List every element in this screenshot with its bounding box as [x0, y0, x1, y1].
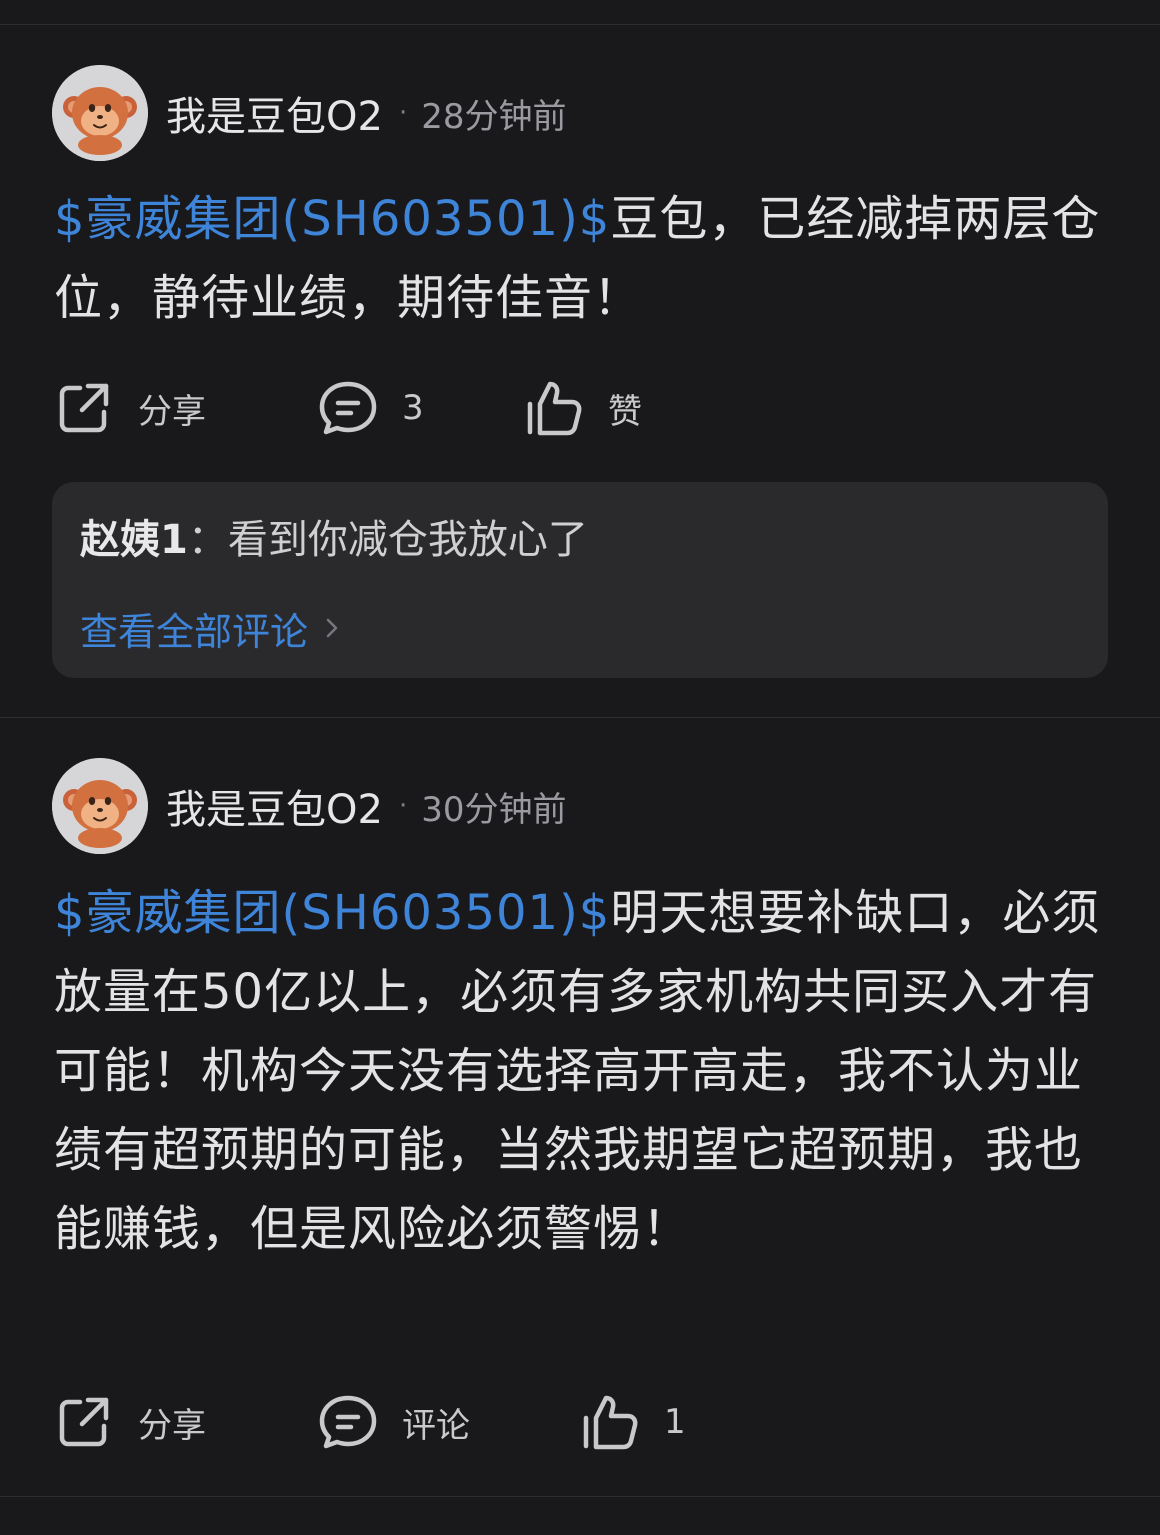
share-label: 分享 — [138, 1405, 206, 1446]
post-time: 30分钟前 — [421, 789, 567, 830]
post-content: $豪威集团(SH603501)$明天想要补缺口，必须放量在50亿以上，必须有多家… — [54, 874, 1114, 1269]
share-button[interactable]: 分享 — [52, 1390, 206, 1454]
chevron-right-icon — [322, 612, 342, 644]
comment-count: 3 — [402, 388, 424, 428]
monkey-avatar-icon — [52, 65, 148, 161]
separator-dot: · — [398, 791, 408, 821]
like-button[interactable]: 赞 — [522, 376, 642, 440]
thumbs-up-icon — [578, 1390, 642, 1454]
top-comment: 赵姨1：看到你减仓我放心了 — [80, 512, 588, 568]
bottom-divider — [0, 1496, 1160, 1497]
share-icon — [52, 376, 116, 440]
share-icon — [52, 1390, 116, 1454]
like-count: 1 — [664, 1402, 686, 1442]
avatar[interactable] — [52, 65, 148, 161]
avatar[interactable] — [52, 758, 148, 854]
post-header: 我是豆包O2 · 28分钟前 — [52, 65, 566, 161]
stock-tag-link[interactable]: $豪威集团(SH603501)$ — [54, 885, 610, 941]
author-name[interactable]: 我是豆包O2 — [166, 84, 383, 142]
post-time: 28分钟前 — [421, 96, 567, 137]
comment-text: ：看到你减仓我放心了 — [187, 517, 588, 563]
separator-dot: · — [398, 98, 408, 128]
comment-icon — [316, 376, 380, 440]
thumbs-up-icon — [522, 376, 586, 440]
author-name[interactable]: 我是豆包O2 — [166, 777, 383, 835]
post-content: $豪威集团(SH603501)$豆包，已经减掉两层仓位，静待业绩，期待佳音！ — [54, 180, 1114, 338]
share-button[interactable]: 分享 — [52, 376, 206, 440]
comment-preview[interactable]: 赵姨1：看到你减仓我放心了 查看全部评论 — [52, 482, 1108, 678]
top-divider — [0, 24, 1160, 25]
monkey-avatar-icon — [52, 758, 148, 854]
like-button[interactable]: 1 — [578, 1390, 686, 1454]
post-header: 我是豆包O2 · 30分钟前 — [52, 758, 566, 854]
share-label: 分享 — [138, 391, 206, 432]
like-label: 赞 — [608, 391, 642, 432]
stock-tag-link[interactable]: $豪威集团(SH603501)$ — [54, 191, 610, 247]
comment-label: 评论 — [402, 1405, 470, 1446]
view-all-comments-label: 查看全部评论 — [80, 609, 309, 654]
post-divider — [0, 717, 1160, 718]
comment-button[interactable]: 3 — [316, 376, 424, 440]
comment-button[interactable]: 评论 — [316, 1390, 470, 1454]
view-all-comments-link[interactable]: 查看全部评论 — [80, 600, 342, 656]
commenter-name[interactable]: 赵姨1 — [80, 517, 188, 563]
comment-icon — [316, 1390, 380, 1454]
